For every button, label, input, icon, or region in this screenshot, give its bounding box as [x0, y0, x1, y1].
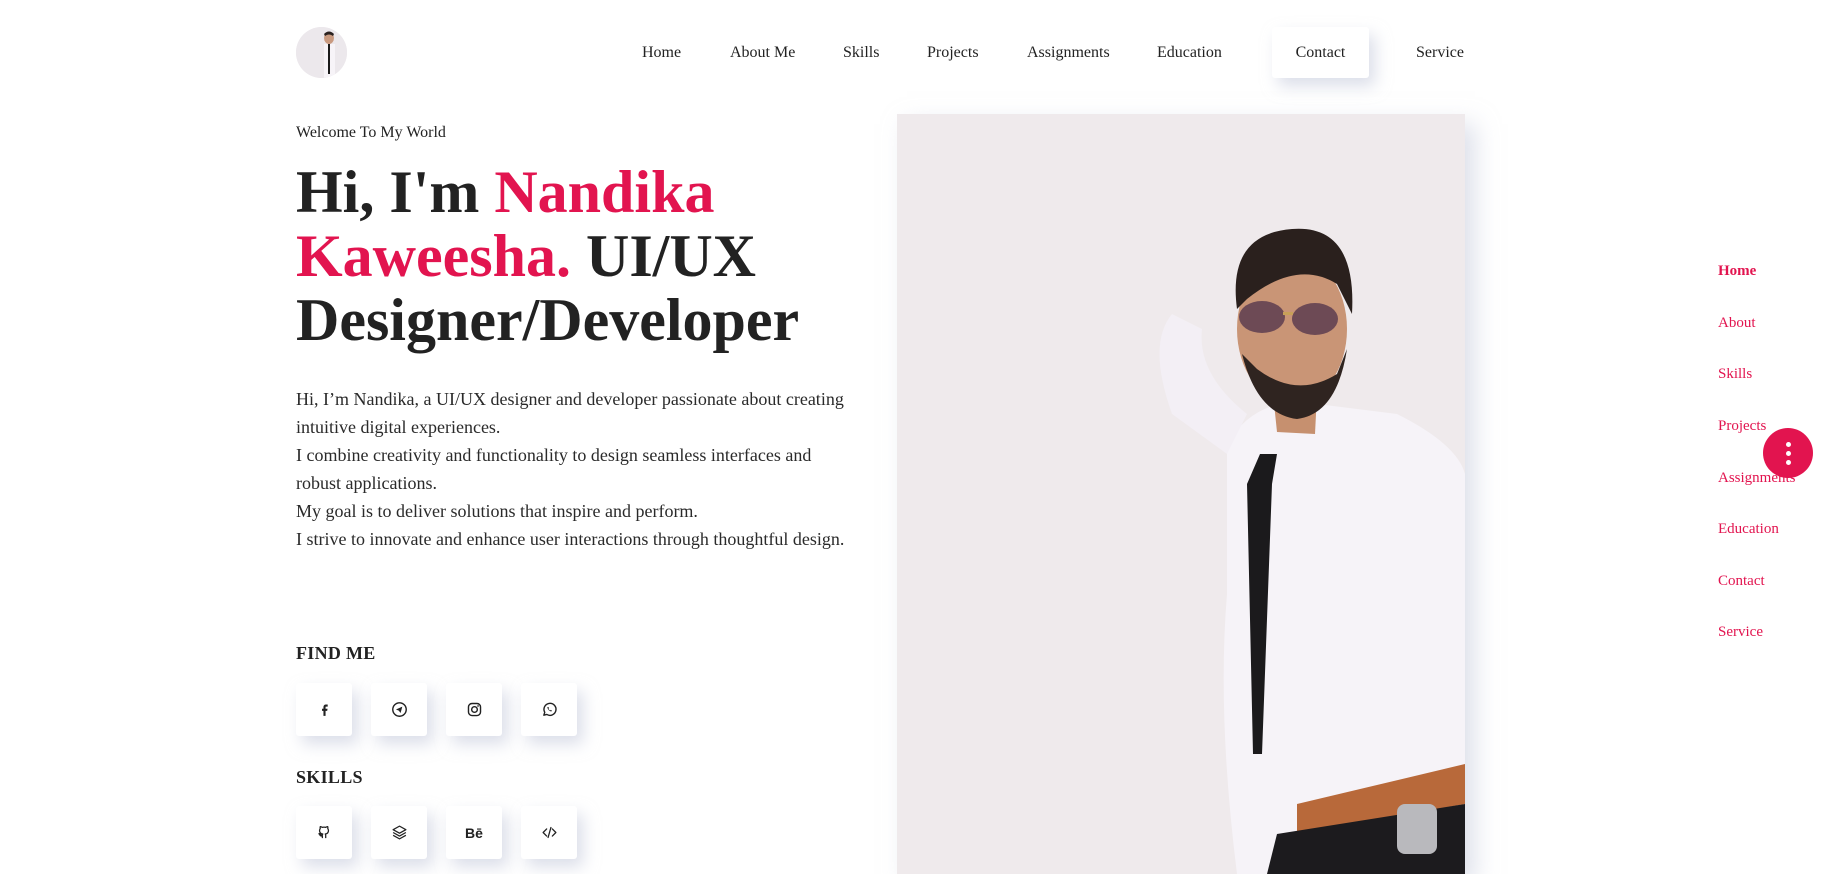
layers-icon	[391, 825, 407, 840]
hero-bio: Hi, I’m Nandika, a UI/UX designer and de…	[296, 385, 856, 553]
hero-portrait	[897, 114, 1465, 874]
skills-title: SKILLS	[296, 767, 363, 787]
nav-home[interactable]: Home	[642, 27, 681, 78]
side-nav-skills[interactable]: Skills	[1718, 366, 1752, 383]
nav-assignments[interactable]: Assignments	[1027, 27, 1110, 78]
side-nav-about[interactable]: About	[1718, 315, 1756, 332]
more-menu-button[interactable]	[1763, 428, 1813, 478]
github-button[interactable]	[296, 806, 352, 859]
avatar[interactable]	[296, 27, 347, 78]
nav-projects[interactable]: Projects	[927, 27, 979, 78]
more-vertical-icon	[1785, 441, 1791, 447]
code-button[interactable]	[521, 806, 577, 859]
whatsapp-button[interactable]	[521, 683, 577, 736]
side-nav-service[interactable]: Service	[1718, 624, 1763, 641]
facebook-button[interactable]	[296, 683, 352, 736]
layers-button[interactable]	[371, 806, 427, 859]
bio-line: I strive to innovate and enhance user in…	[296, 529, 845, 549]
side-nav-education[interactable]: Education	[1718, 521, 1779, 538]
code-icon	[541, 826, 557, 839]
skills-icons: Bē	[296, 806, 577, 859]
more-vertical-icon-dot	[1785, 459, 1791, 465]
more-vertical-icon-dot	[1785, 450, 1791, 456]
headline-prefix: Hi, I'm	[296, 159, 495, 225]
side-nav-projects[interactable]: Projects	[1718, 418, 1766, 435]
whatsapp-icon	[542, 702, 557, 717]
nav-skills[interactable]: Skills	[843, 27, 879, 78]
nav-education[interactable]: Education	[1157, 27, 1222, 78]
side-nav-home[interactable]: Home	[1718, 263, 1756, 280]
behance-icon: Bē	[465, 824, 483, 841]
hero-headline: Hi, I'm Nandika Kaweesha. UI/UX Designer…	[296, 160, 856, 352]
find-me-icons	[296, 683, 577, 736]
bio-line: I combine creativity and functionality t…	[296, 445, 812, 493]
facebook-icon	[321, 704, 328, 716]
telegram-icon	[391, 702, 407, 717]
side-nav-contact[interactable]: Contact	[1718, 573, 1765, 590]
welcome-text: Welcome To My World	[296, 124, 446, 141]
behance-button[interactable]: Bē	[446, 806, 502, 859]
nav-contact[interactable]: Contact	[1272, 27, 1369, 78]
nav-service[interactable]: Service	[1416, 27, 1464, 78]
find-me-title: FIND ME	[296, 643, 376, 663]
nav-about-me[interactable]: About Me	[730, 27, 795, 78]
telegram-button[interactable]	[371, 683, 427, 736]
bio-line: My goal is to deliver solutions that ins…	[296, 501, 698, 521]
bio-line: Hi, I’m Nandika, a UI/UX designer and de…	[296, 389, 844, 437]
instagram-button[interactable]	[446, 683, 502, 736]
portrait-image	[897, 114, 1465, 874]
github-icon	[317, 825, 329, 839]
instagram-icon	[467, 702, 481, 717]
